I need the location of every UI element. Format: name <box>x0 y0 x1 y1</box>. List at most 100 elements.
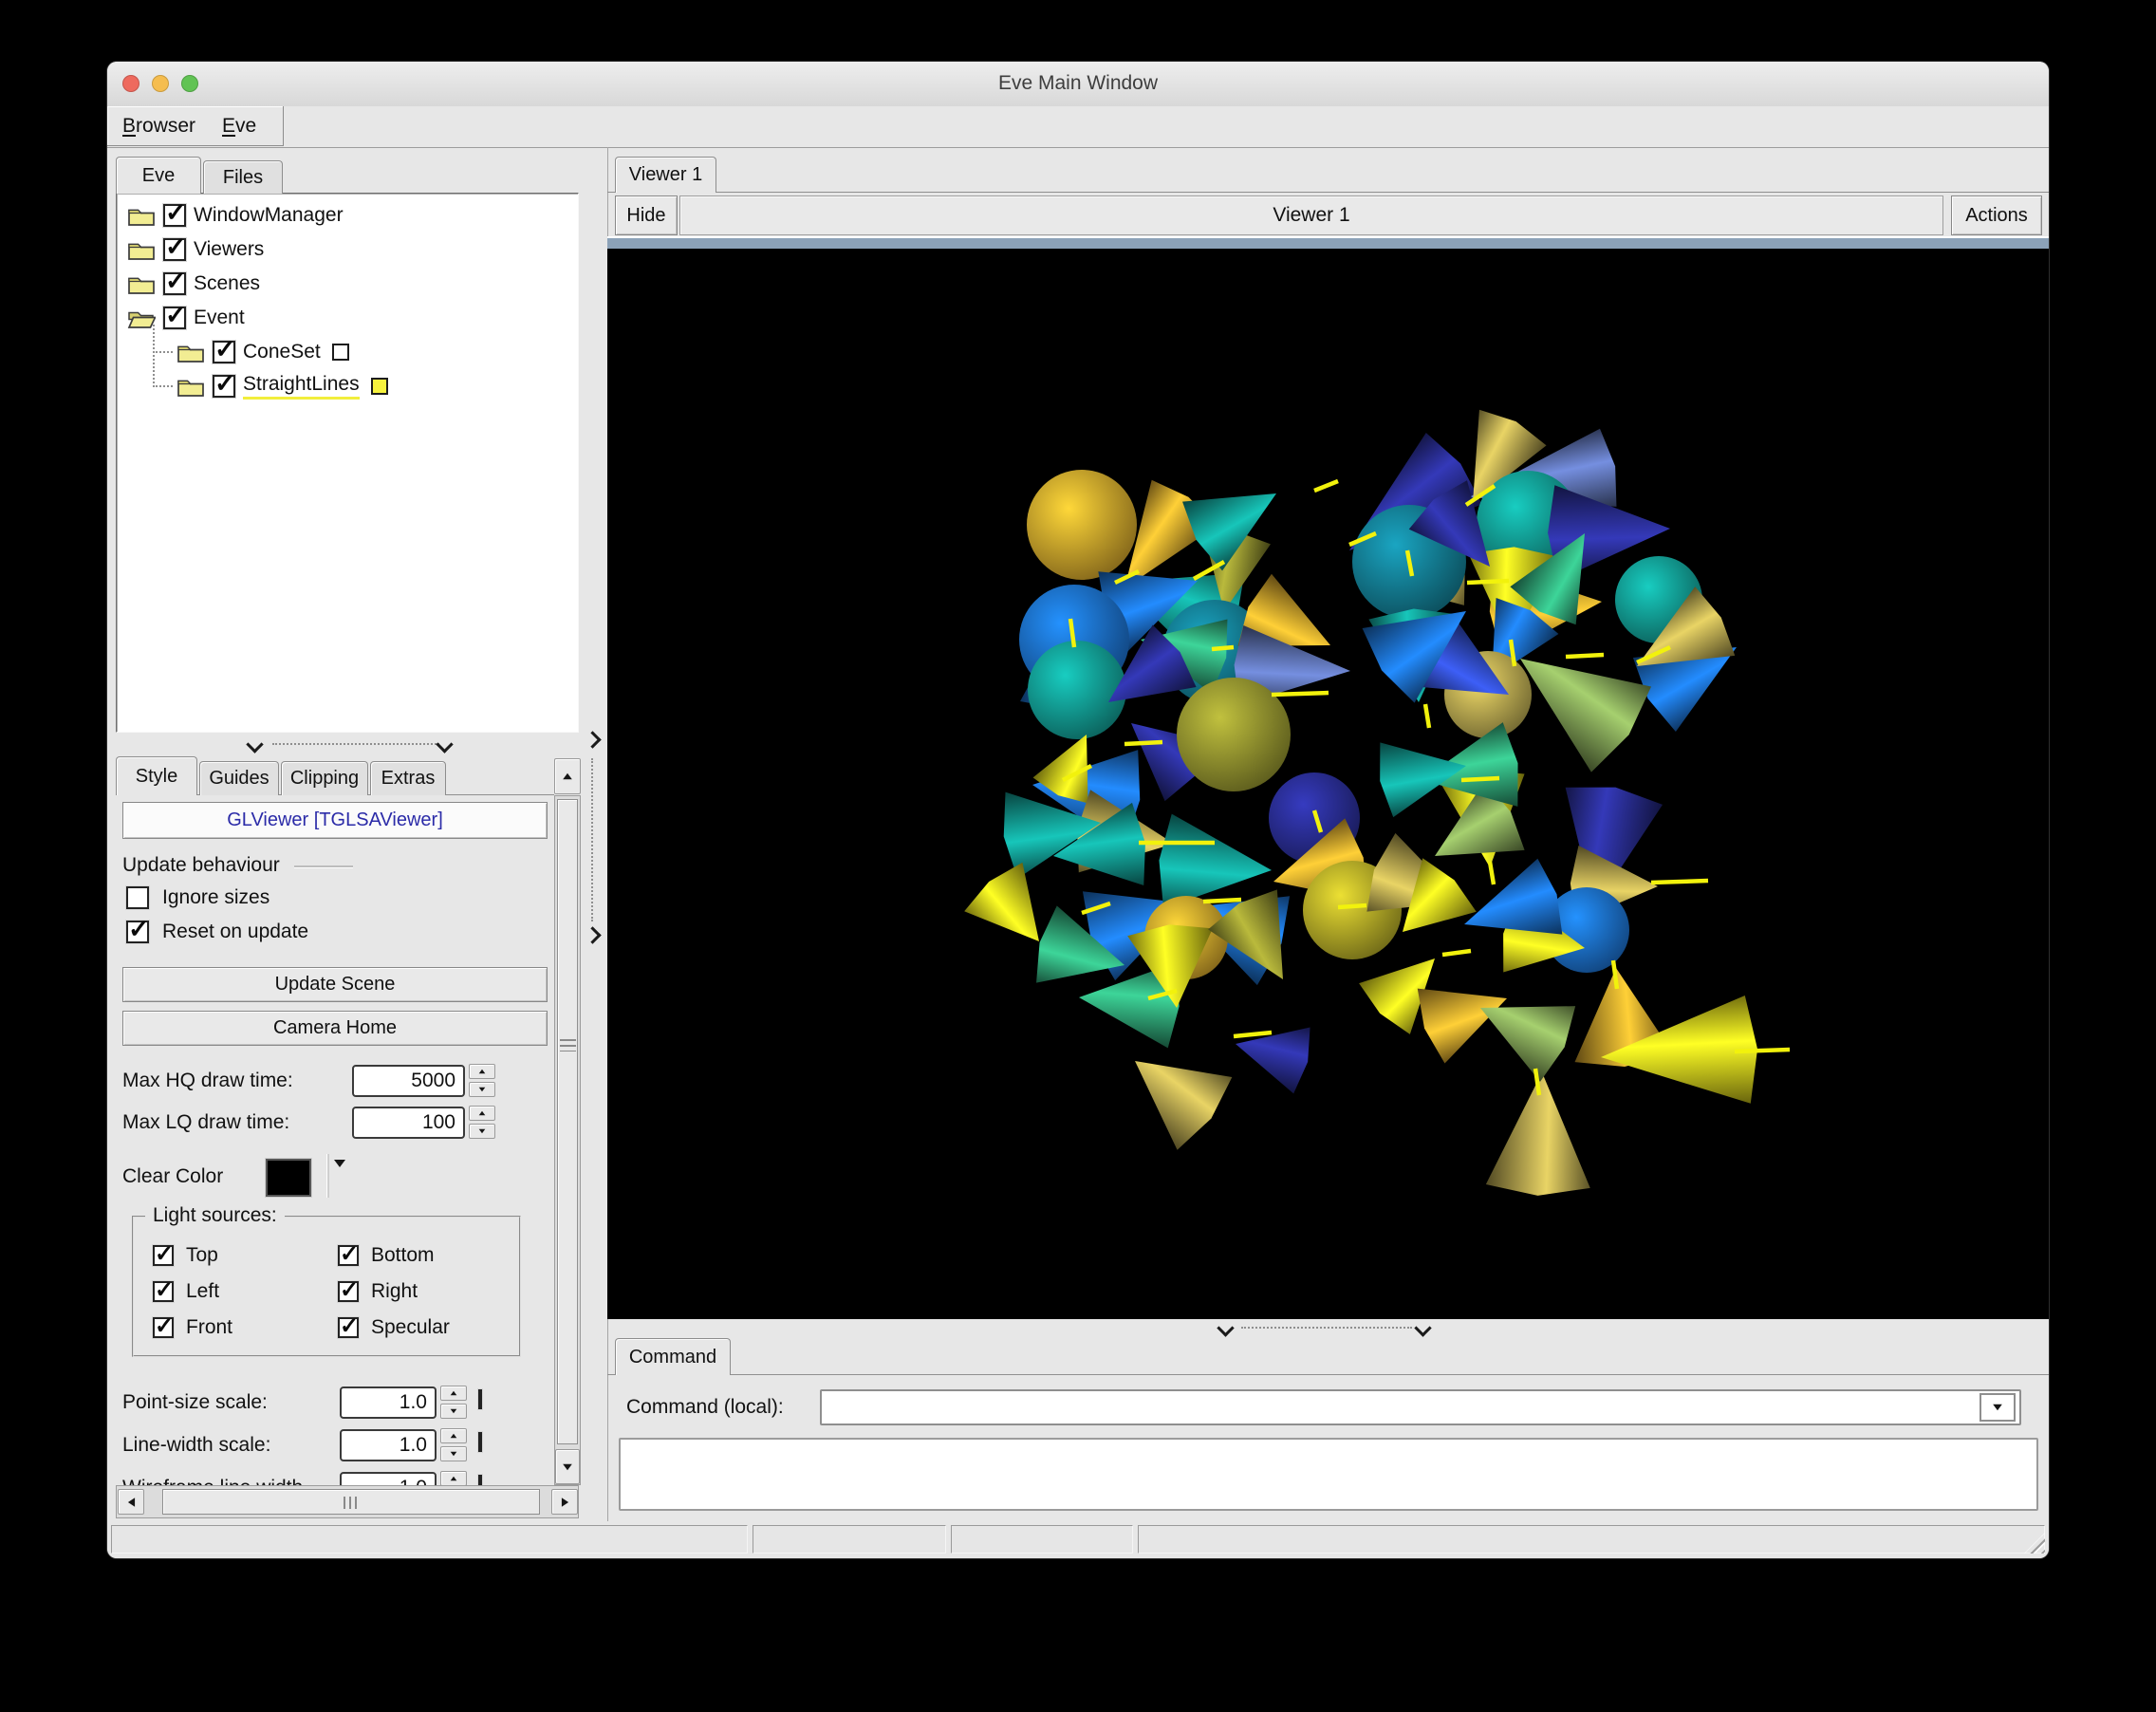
clear-color-dropdown[interactable] <box>334 1167 345 1184</box>
tree-color-swatch[interactable] <box>371 378 388 395</box>
hide-button[interactable]: Hide <box>615 195 678 235</box>
scale-value[interactable]: 1.0 <box>340 1429 437 1461</box>
menu-item-eve[interactable]: Eve <box>222 115 256 138</box>
hscroll-thumb[interactable] <box>162 1489 540 1515</box>
scale-checkbox[interactable] <box>478 1389 482 1409</box>
scroll-left-button[interactable] <box>118 1489 144 1515</box>
tree-checkbox[interactable] <box>163 204 186 227</box>
tab-extras[interactable]: Extras <box>370 761 446 795</box>
collapse-up-icon[interactable] <box>436 735 453 753</box>
spin-down-button[interactable] <box>469 1082 495 1097</box>
light-bottom-checkbox[interactable] <box>338 1245 359 1266</box>
actions-button[interactable]: Actions <box>1951 195 2042 235</box>
reset-on-update-checkbox[interactable] <box>126 921 149 943</box>
glviewer-button[interactable]: GLViewer [TGLSAViewer] <box>122 802 548 839</box>
tree-item-label[interactable]: ConeSet <box>243 341 321 363</box>
folder-icon <box>127 272 156 295</box>
scroll-up-button[interactable] <box>554 758 581 794</box>
collapse-down-icon[interactable] <box>1217 1319 1234 1336</box>
tab-files-label: Files <box>223 167 263 189</box>
gl-viewport[interactable] <box>607 249 2049 1319</box>
tab-style[interactable]: Style <box>116 756 197 795</box>
tree-checkbox[interactable] <box>213 341 235 363</box>
collapse-left-icon[interactable] <box>584 926 601 943</box>
tree-checkbox[interactable] <box>213 375 235 398</box>
command-output[interactable] <box>619 1438 2038 1511</box>
scroll-right-button[interactable] <box>551 1489 578 1515</box>
vscroll-thumb[interactable] <box>557 799 578 1444</box>
spin-down-button[interactable] <box>440 1404 467 1419</box>
command-dropdown-button[interactable] <box>1979 1393 2016 1422</box>
spinner-label: Max HQ draw time: <box>122 1064 293 1098</box>
tree-checkbox[interactable] <box>163 238 186 261</box>
tree-item-label[interactable]: Scenes <box>194 272 260 295</box>
menu-bar: Browser Eve <box>107 106 2049 148</box>
tab-eve[interactable]: Eve <box>116 157 201 194</box>
light-top-checkbox[interactable] <box>153 1245 174 1266</box>
spin-up-button[interactable] <box>469 1106 495 1121</box>
camera-home-button[interactable]: Camera Home <box>122 1011 548 1046</box>
command-local-label: Command (local): <box>626 1394 784 1421</box>
tab-files[interactable]: Files <box>203 160 283 194</box>
tree-item-label[interactable]: Event <box>194 307 245 329</box>
tree-item-straightlines[interactable]: StraightLines <box>118 369 564 403</box>
command-splitter[interactable] <box>607 1319 2049 1338</box>
spinner-value[interactable]: 5000 <box>352 1065 465 1097</box>
spinner-buttons <box>469 1064 495 1097</box>
spinner-value[interactable]: 100 <box>352 1107 465 1139</box>
spin-up-button[interactable] <box>440 1471 467 1485</box>
cone <box>1027 470 1137 580</box>
tab-guides[interactable]: Guides <box>199 761 279 795</box>
spin-up-button[interactable] <box>469 1064 495 1079</box>
collapse-down-icon[interactable] <box>1414 1319 1431 1336</box>
light-front-checkbox[interactable] <box>153 1317 174 1338</box>
spin-down-button[interactable] <box>440 1446 467 1461</box>
tab-viewer-1[interactable]: Viewer 1 <box>615 157 716 193</box>
spin-up-button[interactable] <box>440 1386 467 1401</box>
titlebar: Eve Main Window <box>107 62 2049 107</box>
folder-icon <box>127 307 156 329</box>
clear-color-swatch[interactable] <box>266 1159 311 1197</box>
tree-item-label[interactable]: WindowManager <box>194 204 344 227</box>
scroll-down-button[interactable] <box>555 1449 580 1484</box>
tree-item-windowmanager[interactable]: WindowManager <box>118 198 564 233</box>
spinner-row: Max LQ draw time:100 <box>116 1106 548 1140</box>
tree-item-label[interactable]: Viewers <box>194 238 264 261</box>
collapse-up-icon[interactable] <box>246 735 263 753</box>
light-right-checkbox[interactable] <box>338 1281 359 1302</box>
update-scene-button[interactable]: Update Scene <box>122 967 548 1002</box>
command-input[interactable] <box>820 1389 2021 1425</box>
chevron-down-icon <box>334 1160 345 1183</box>
tab-clipping[interactable]: Clipping <box>281 761 368 795</box>
tree-checkbox[interactable] <box>163 307 186 329</box>
spin-down-button[interactable] <box>469 1124 495 1139</box>
collapse-left-icon[interactable] <box>584 731 601 748</box>
tree-checkbox[interactable] <box>163 272 186 295</box>
tab-command[interactable]: Command <box>615 1338 731 1375</box>
style-vscrollbar[interactable] <box>554 795 581 1485</box>
viewer-titlebar[interactable]: Viewer 1 <box>679 195 1943 235</box>
straight-line <box>1212 647 1234 649</box>
update-behaviour-heading: Update behaviour <box>122 853 280 878</box>
scale-value[interactable]: 1.0 <box>340 1472 437 1485</box>
light-left-checkbox[interactable] <box>153 1281 174 1302</box>
spin-up-button[interactable] <box>440 1428 467 1443</box>
tree-item-coneset[interactable]: ConeSet <box>118 335 564 369</box>
scale-value[interactable]: 1.0 <box>340 1386 437 1419</box>
tree-item-event[interactable]: Event <box>118 301 564 335</box>
style-hscrollbar[interactable] <box>116 1485 579 1518</box>
tree-item-scenes[interactable]: Scenes <box>118 267 564 301</box>
main-vsplitter[interactable] <box>581 147 608 1521</box>
tree-color-swatch[interactable] <box>332 344 349 361</box>
style-panel: GLViewer [TGLSAViewer] Update behaviour … <box>116 795 554 1485</box>
menu-item-browser[interactable]: Browser <box>122 115 195 138</box>
ignore-sizes-checkbox[interactable] <box>126 886 149 909</box>
tree-item-label[interactable]: StraightLines <box>243 373 360 400</box>
scale-checkbox[interactable] <box>478 1475 482 1485</box>
status-segment <box>1138 1525 2045 1554</box>
folder-icon <box>127 238 156 261</box>
light-specular-checkbox[interactable] <box>338 1317 359 1338</box>
scale-checkbox[interactable] <box>478 1432 482 1452</box>
tree-splitter[interactable] <box>116 733 579 756</box>
tree-item-viewers[interactable]: Viewers <box>118 233 564 267</box>
